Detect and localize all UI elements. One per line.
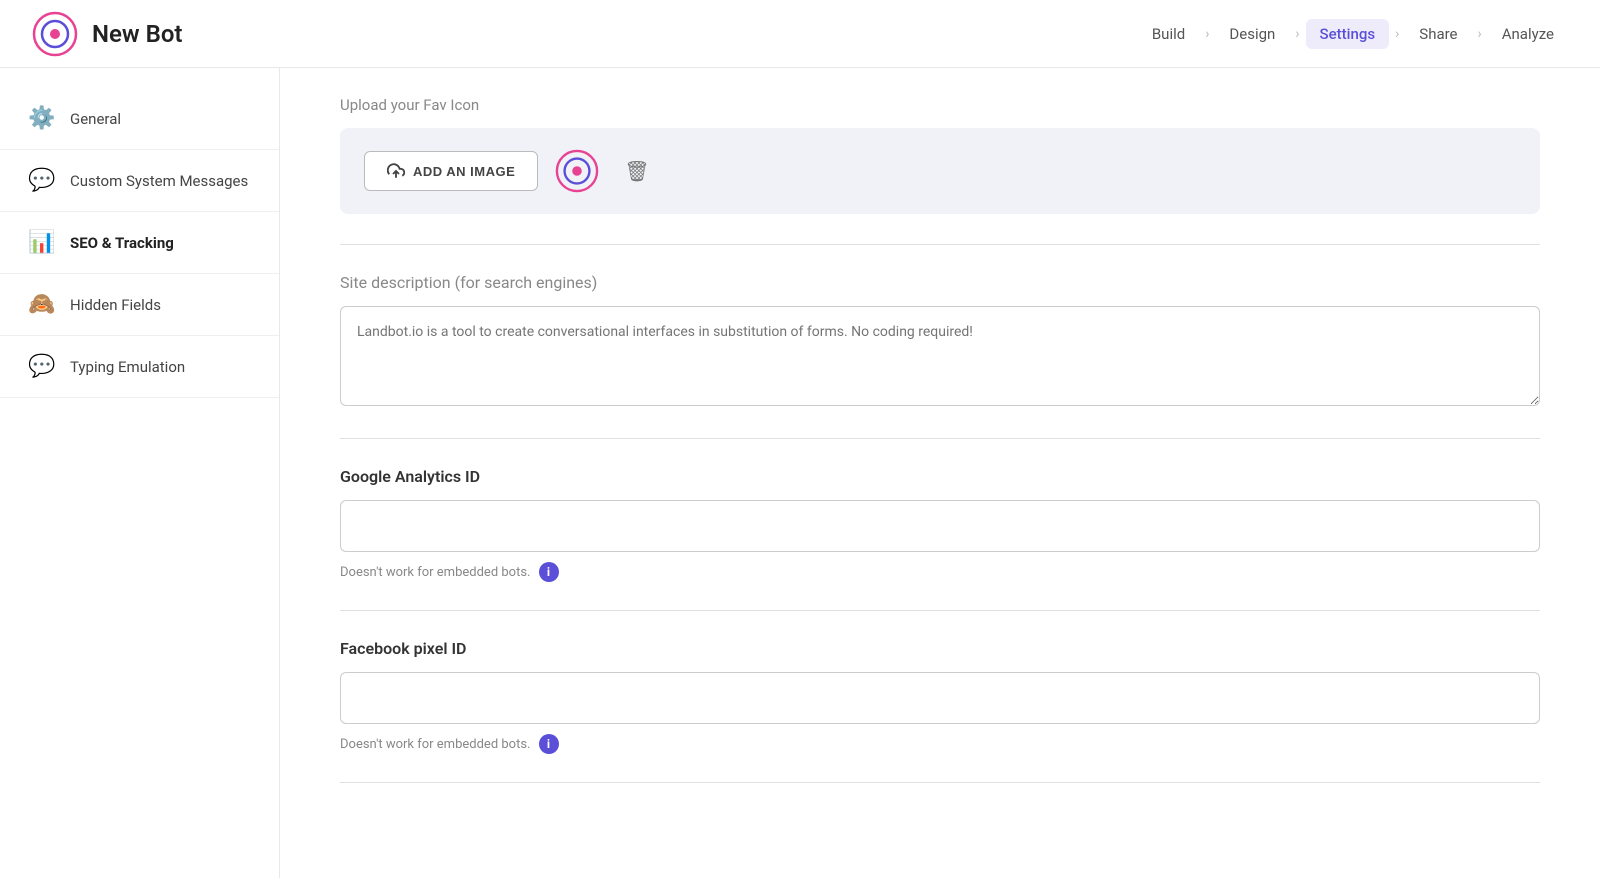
- nav-sep-1: ›: [1205, 26, 1209, 42]
- delete-favicon-button[interactable]: 🗑: [616, 155, 657, 188]
- upload-favicon-label: Upload your Fav Icon: [340, 68, 1540, 128]
- header-nav: Build › Design › Settings › Share › Anal…: [1138, 19, 1568, 49]
- nav-design[interactable]: Design: [1215, 19, 1289, 49]
- google-analytics-input[interactable]: [340, 500, 1540, 552]
- google-analytics-section: Google Analytics ID Doesn't work for emb…: [340, 467, 1540, 582]
- google-analytics-label: Google Analytics ID: [340, 467, 1540, 486]
- divider-4: [340, 782, 1540, 783]
- typing-icon: 💬: [28, 354, 56, 379]
- favicon-preview: [554, 148, 600, 194]
- nav-sep-3: ›: [1395, 26, 1399, 42]
- upload-icon: [387, 162, 405, 180]
- nav-share[interactable]: Share: [1405, 19, 1471, 49]
- nav-sep-4: ›: [1478, 26, 1482, 42]
- divider-3: [340, 610, 1540, 611]
- sidebar-label-general: General: [70, 110, 121, 128]
- site-description-section: Site description (for search engines): [340, 273, 1540, 410]
- google-analytics-hint-text: Doesn't work for embedded bots.: [340, 565, 531, 580]
- sidebar: ⚙️ General 💬 Custom System Messages 📊 SE…: [0, 68, 280, 878]
- bot-title: New Bot: [92, 20, 182, 48]
- sidebar-item-general[interactable]: ⚙️ General: [0, 88, 279, 150]
- facebook-pixel-label: Facebook pixel ID: [340, 639, 1540, 658]
- app-header: New Bot Build › Design › Settings › Shar…: [0, 0, 1600, 68]
- chart-icon: 📊: [28, 230, 56, 255]
- header-left: New Bot: [32, 11, 182, 57]
- facebook-pixel-input[interactable]: [340, 672, 1540, 724]
- sidebar-label-hidden-fields: Hidden Fields: [70, 296, 161, 314]
- upload-area: ADD AN IMAGE 🗑: [340, 128, 1540, 214]
- add-image-button[interactable]: ADD AN IMAGE: [364, 151, 538, 191]
- google-analytics-info-badge[interactable]: i: [539, 562, 559, 582]
- site-description-textarea[interactable]: [340, 306, 1540, 406]
- chat-icon: 💬: [28, 168, 56, 193]
- nav-build[interactable]: Build: [1138, 19, 1199, 49]
- sidebar-item-hidden-fields[interactable]: 🙈 Hidden Fields: [0, 274, 279, 336]
- sidebar-label-seo-tracking: SEO & Tracking: [70, 234, 174, 252]
- sidebar-label-typing-emulation: Typing Emulation: [70, 358, 185, 376]
- divider-1: [340, 244, 1540, 245]
- facebook-pixel-info-badge[interactable]: i: [539, 734, 559, 754]
- nav-sep-2: ›: [1295, 26, 1299, 42]
- monkey-icon: 🙈: [28, 292, 56, 317]
- site-description-label: Site description (for search engines): [340, 273, 1540, 292]
- upload-favicon-section: Upload your Fav Icon ADD AN IMAGE: [340, 68, 1540, 214]
- sidebar-item-custom-system-messages[interactable]: 💬 Custom System Messages: [0, 150, 279, 212]
- logo-icon: [32, 11, 78, 57]
- favicon-logo: [555, 149, 599, 193]
- sidebar-item-seo-tracking[interactable]: 📊 SEO & Tracking: [0, 212, 279, 274]
- facebook-pixel-hint-row: Doesn't work for embedded bots. i: [340, 734, 1540, 754]
- facebook-pixel-hint-text: Doesn't work for embedded bots.: [340, 737, 531, 752]
- google-analytics-hint-row: Doesn't work for embedded bots. i: [340, 562, 1540, 582]
- nav-analyze[interactable]: Analyze: [1488, 19, 1568, 49]
- divider-2: [340, 438, 1540, 439]
- sidebar-label-custom-system-messages: Custom System Messages: [70, 172, 248, 190]
- main-content: Upload your Fav Icon ADD AN IMAGE: [280, 68, 1600, 878]
- nav-settings[interactable]: Settings: [1306, 19, 1390, 49]
- app-body: ⚙️ General 💬 Custom System Messages 📊 SE…: [0, 68, 1600, 878]
- gear-icon: ⚙️: [28, 106, 56, 131]
- sidebar-item-typing-emulation[interactable]: 💬 Typing Emulation: [0, 336, 279, 398]
- facebook-pixel-section: Facebook pixel ID Doesn't work for embed…: [340, 639, 1540, 754]
